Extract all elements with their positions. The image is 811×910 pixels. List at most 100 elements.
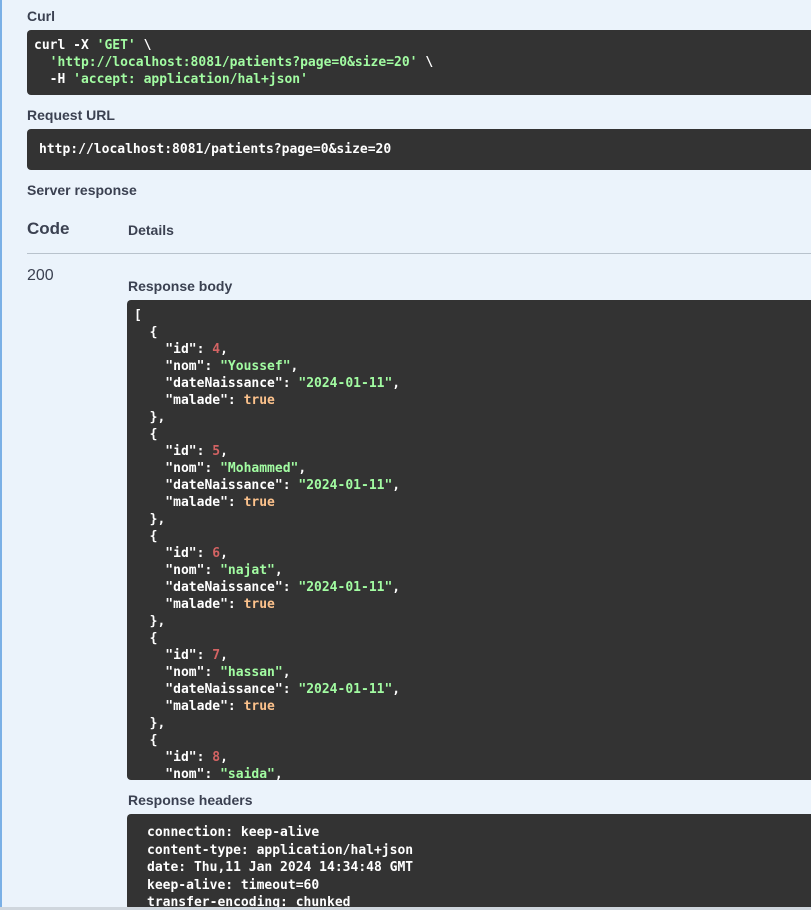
code-token: "nom": xyxy=(134,767,221,780)
code-token: , xyxy=(392,580,401,595)
curl-code-block[interactable]: curl -X 'GET' \ 'http://localhost:8081/p… xyxy=(27,30,811,95)
code-token: 7 xyxy=(212,648,221,663)
code-token: "Youssef" xyxy=(220,359,291,374)
body-line: "id": 5, xyxy=(134,443,228,460)
code-token: "id": xyxy=(134,342,213,357)
body-line: }, xyxy=(134,409,166,426)
body-line: { xyxy=(134,732,158,749)
code-token: "malade": xyxy=(134,699,244,714)
code-token: , xyxy=(274,767,283,780)
response-body-block[interactable]: [ { "id": 4, "nom": "Youssef", "dateNais… xyxy=(127,300,811,780)
code-token: { xyxy=(134,427,158,442)
code-token: "id": xyxy=(134,444,213,459)
code-token: "Mohammed" xyxy=(220,461,299,476)
code-token: "nom": xyxy=(134,665,221,680)
code-token: , xyxy=(220,750,228,765)
body-line: [ xyxy=(134,307,142,324)
code-token: , xyxy=(220,342,228,357)
code-token: "nom": xyxy=(134,461,221,476)
code-token: "id": xyxy=(134,750,213,765)
table-divider xyxy=(27,253,811,254)
code-token: "2024-01-11" xyxy=(298,478,393,493)
body-line: "id": 4, xyxy=(134,341,228,358)
code-token: "nom": xyxy=(134,359,221,374)
code-token: , xyxy=(220,648,228,663)
body-line: "malade": true xyxy=(134,494,275,511)
body-line: "dateNaissance": "2024-01-11", xyxy=(134,477,400,494)
code-token: "dateNaissance": xyxy=(134,376,299,391)
code-token: , xyxy=(274,563,283,578)
body-line: }, xyxy=(134,613,166,630)
code-token: "dateNaissance": xyxy=(134,580,299,595)
code-token: true xyxy=(243,393,275,408)
code-token: "id": xyxy=(134,546,213,561)
code-token: "2024-01-11" xyxy=(298,376,393,391)
code-token: -H xyxy=(34,72,74,87)
details-column-header: Details xyxy=(128,222,174,238)
code-token: }, xyxy=(134,716,166,731)
code-token: "malade": xyxy=(134,393,244,408)
body-line: "id": 8, xyxy=(134,749,228,766)
code-token: "2024-01-11" xyxy=(298,682,393,697)
code-token: 'GET' xyxy=(96,38,136,53)
body-line: "dateNaissance": "2024-01-11", xyxy=(134,681,400,698)
code-token: { xyxy=(134,733,158,748)
body-line: "dateNaissance": "2024-01-11", xyxy=(134,375,400,392)
body-line: "dateNaissance": "2024-01-11", xyxy=(134,579,400,596)
curl-line: 'http://localhost:8081/patients?page=0&s… xyxy=(34,54,434,71)
body-line: { xyxy=(134,324,158,341)
code-token: "hassan" xyxy=(220,665,283,680)
body-line: "nom": "saida", xyxy=(134,766,283,780)
code-token: 'http://localhost:8081/patients?page=0&s… xyxy=(49,55,418,70)
response-body-label: Response body xyxy=(128,278,233,294)
code-token: \ xyxy=(417,55,434,70)
body-line: }, xyxy=(134,511,166,528)
code-token: "malade": xyxy=(134,495,244,510)
body-line: "nom": "Mohammed", xyxy=(134,460,306,477)
code-token: { xyxy=(134,529,158,544)
code-token: }, xyxy=(134,614,166,629)
code-token: "id": xyxy=(134,648,213,663)
response-header-line: connection: keep-alive xyxy=(147,825,320,840)
code-token: 'accept: application/hal+json' xyxy=(73,72,308,87)
body-line: "malade": true xyxy=(134,392,275,409)
code-token: "dateNaissance": xyxy=(134,682,299,697)
code-token: 6 xyxy=(212,546,221,561)
code-token: "nom": xyxy=(134,563,221,578)
body-line: "malade": true xyxy=(134,596,275,613)
server-response-label: Server response xyxy=(27,182,137,198)
body-line: { xyxy=(134,528,158,545)
code-token: , xyxy=(392,376,401,391)
response-status-code: 200 xyxy=(27,267,54,284)
code-token: true xyxy=(243,699,275,714)
code-token: , xyxy=(220,546,228,561)
response-headers-label: Response headers xyxy=(128,792,253,808)
code-column-header: Code xyxy=(27,219,70,238)
code-token: \ xyxy=(135,38,152,53)
left-border xyxy=(0,0,2,910)
code-token: "2024-01-11" xyxy=(298,580,393,595)
response-headers-block[interactable]: connection: keep-alive content-type: appl… xyxy=(127,814,811,910)
code-token: 5 xyxy=(212,444,221,459)
code-token: [ xyxy=(134,308,142,323)
code-token: , xyxy=(298,461,307,476)
code-token: "malade": xyxy=(134,597,244,612)
code-token: curl -X xyxy=(34,38,97,53)
code-token: }, xyxy=(134,512,166,527)
code-token: { xyxy=(134,631,158,646)
code-token: , xyxy=(290,359,299,374)
code-token: { xyxy=(134,325,158,340)
response-header-line: keep-alive: timeout=60 xyxy=(147,877,320,893)
request-url-block[interactable]: http://localhost:8081/patients?page=0&si… xyxy=(27,129,811,170)
code-token: }, xyxy=(134,410,166,425)
code-token: , xyxy=(392,682,401,697)
code-token: "saida" xyxy=(220,767,275,780)
body-line: "nom": "hassan", xyxy=(134,664,290,681)
body-line: { xyxy=(134,426,158,443)
code-token: , xyxy=(392,478,401,493)
curl-line: curl -X 'GET' \ xyxy=(34,37,151,54)
code-token: , xyxy=(220,444,228,459)
body-line: "nom": "Youssef", xyxy=(134,358,298,375)
body-line: "nom": "najat", xyxy=(134,562,283,579)
